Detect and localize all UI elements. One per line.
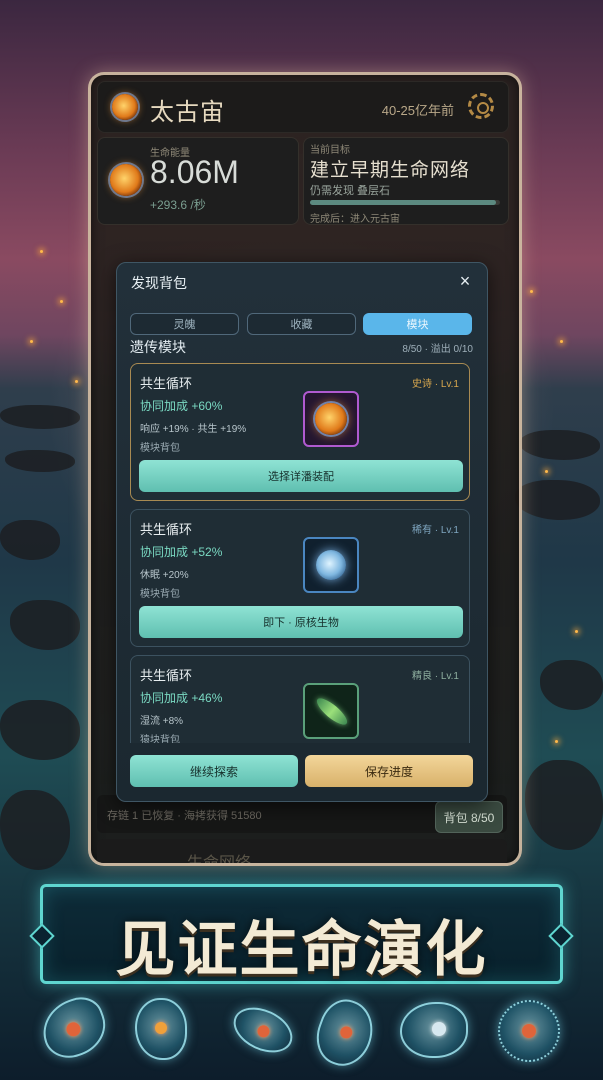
microbe-nucleus: [155, 1022, 167, 1034]
era-range: 40-25亿年前: [381, 103, 454, 118]
card-name: 共生循环: [140, 522, 193, 537]
goal-subtitle: 仍需发现 叠层石: [310, 185, 391, 197]
microbe-illustration: [498, 1000, 560, 1062]
microbe-nucleus: [338, 1024, 354, 1041]
goal-title: 建立早期生命网络: [310, 160, 471, 181]
module-list[interactable]: 共生循环 史诗 · Lv.1 协同加成 +60% 响应 +19% · 共生 +1…: [117, 359, 487, 743]
microbe-nucleus: [522, 1024, 536, 1038]
module-card[interactable]: 共生循环 史诗 · Lv.1 协同加成 +60% 响应 +19% · 共生 +1…: [130, 363, 470, 501]
bottom-panel-text: 生命网络: [187, 855, 252, 866]
euglena-icon: [303, 683, 359, 739]
card-rarity: 精良 · Lv.1: [411, 671, 459, 682]
spark-particle: [75, 380, 78, 383]
energy-orb-icon: [110, 164, 142, 196]
card-name: 共生循环: [140, 376, 193, 391]
card-synergy: 协同加成 +60%: [140, 399, 223, 413]
modal-title: 发现背包: [131, 275, 187, 291]
goal-label: 当前目标: [310, 145, 350, 156]
spark-particle: [60, 300, 63, 303]
sun-organism-icon: [303, 391, 359, 447]
banner-title: 见证生命演化: [115, 915, 488, 985]
microbe-nucleus: [255, 1023, 272, 1040]
card-source: 模块背包: [140, 443, 180, 454]
gear-icon[interactable]: [468, 93, 494, 119]
goal-progress-bar: [310, 200, 500, 205]
spark-particle: [575, 630, 578, 633]
tab-souls[interactable]: 灵魄: [130, 313, 239, 335]
card-effects: 响应 +19% · 共生 +19%: [140, 424, 247, 435]
card-source: 模块背包: [140, 589, 180, 600]
energy-value: 8.06M: [150, 154, 239, 190]
card-source: 猿块背包: [140, 735, 180, 743]
close-icon[interactable]: ×: [455, 271, 475, 291]
module-card[interactable]: 共生循环 精良 · Lv.1 协同加成 +46% 湿流 +8% 猿块背包: [130, 655, 470, 743]
energy-rate: +293.6 /秒: [150, 198, 206, 212]
spark-particle: [40, 250, 43, 253]
promo-banner: 见证生命演化: [29, 884, 574, 985]
era-title: 太古宙: [150, 99, 225, 126]
microbe-nucleus: [432, 1022, 446, 1036]
card-rarity: 史诗 · Lv.1: [411, 379, 459, 390]
microbe-illustration: [400, 1002, 468, 1058]
spark-particle: [530, 290, 533, 293]
card-rarity: 稀有 · Lv.1: [411, 525, 459, 536]
energy-panel: 生命能量 8.06M +293.6 /秒: [97, 137, 299, 225]
save-progress-button[interactable]: 保存进度: [305, 755, 473, 787]
tab-collection[interactable]: 收藏: [247, 313, 356, 335]
goal-after-text: 完成后：进入元古宙: [310, 214, 400, 225]
card-effects: 湿流 +8%: [140, 716, 184, 727]
spark-particle: [560, 340, 563, 343]
card-synergy: 协同加成 +46%: [140, 691, 223, 705]
card-action-button[interactable]: 选择详潘装配: [139, 460, 463, 492]
spark-particle: [545, 470, 548, 473]
cell-orb-icon: [303, 537, 359, 593]
section-count: 8/50 · 溢出 0/10: [402, 344, 473, 355]
card-name: 共生循环: [140, 668, 193, 683]
card-effects: 休眠 +20%: [140, 570, 189, 581]
event-log-text: 存链 1 已恢复 · 海拷获得 51580: [107, 810, 262, 822]
era-sun-icon: [112, 94, 138, 120]
spark-particle: [555, 740, 558, 743]
microbe-illustration: [135, 998, 187, 1060]
discovery-bag-modal: 发现背包 × 灵魄 收藏 模块 遗传模块 8/50 · 溢出 0/10 共生循环…: [116, 262, 488, 802]
tab-bar: 灵魄 收藏 模块: [130, 313, 474, 335]
continue-explore-button[interactable]: 继续探索: [130, 755, 298, 787]
card-action-button[interactable]: 即下 · 原核生物: [139, 606, 463, 638]
card-synergy: 协同加成 +52%: [140, 545, 223, 559]
era-header: 太古宙 40-25亿年前: [97, 81, 509, 133]
spark-particle: [30, 340, 33, 343]
goal-progress-fill: [310, 200, 497, 205]
bag-button[interactable]: 背包 8/50: [435, 801, 503, 833]
tab-modules[interactable]: 模块: [363, 313, 472, 335]
bottom-panel: 生命网络: [97, 839, 507, 866]
section-title: 遗传模块: [130, 339, 186, 355]
module-card[interactable]: 共生循环 稀有 · Lv.1 协同加成 +52% 休眠 +20% 模块背包 即下…: [130, 509, 470, 647]
microbe-nucleus: [64, 1020, 83, 1039]
goal-panel: 当前目标 建立早期生命网络 仍需发现 叠层石 完成后：进入元古宙: [303, 137, 509, 225]
